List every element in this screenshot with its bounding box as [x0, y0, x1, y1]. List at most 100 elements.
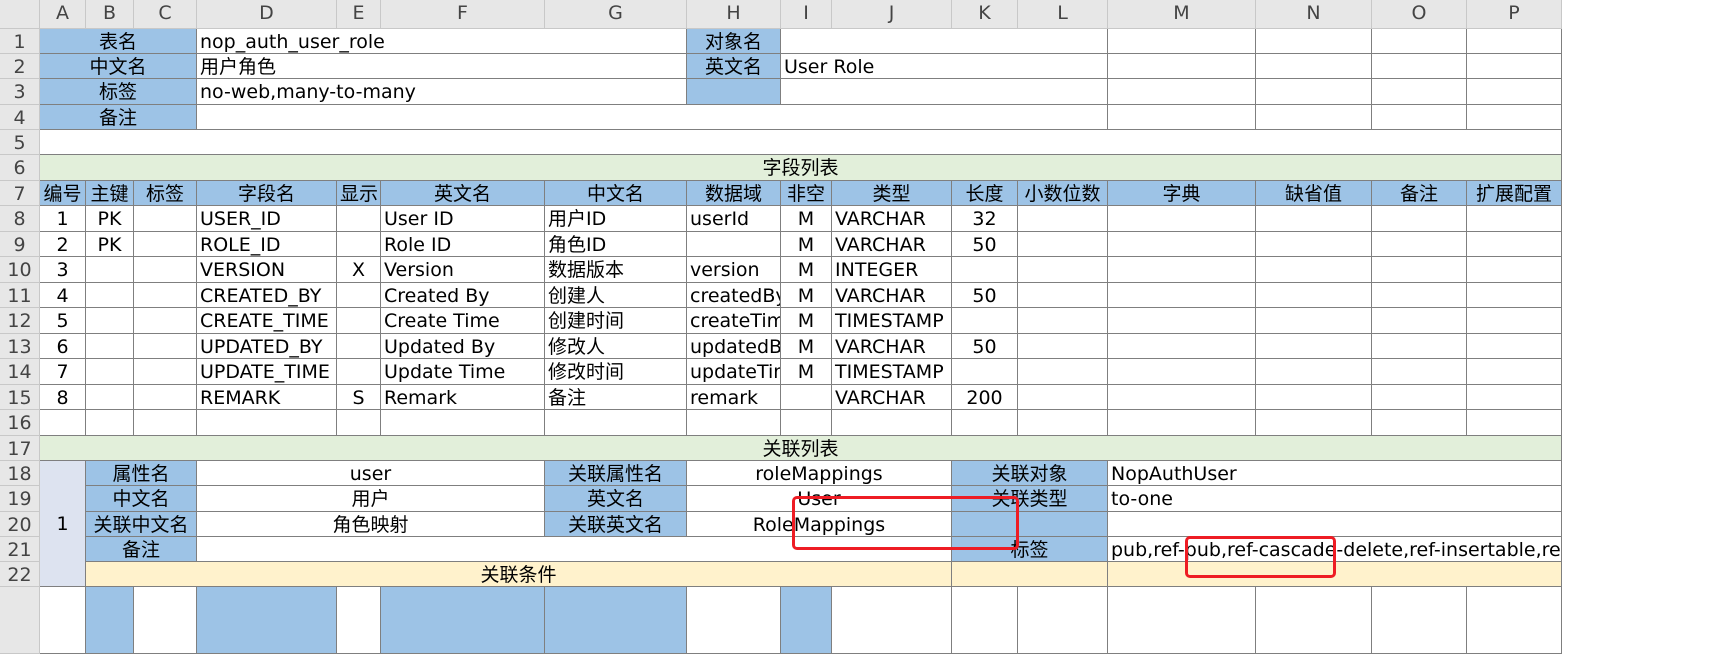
field-cell-r7-c15[interactable]	[1372, 359, 1467, 385]
meta-label-cn-name[interactable]: 中文名	[40, 54, 197, 79]
field-cell-r5-c2[interactable]	[86, 308, 134, 334]
field-cell-r6-c1[interactable]: 6	[40, 334, 86, 359]
meta-label-tags[interactable]: 标签	[40, 79, 197, 105]
field-cell-r3-c10[interactable]: INTEGER	[832, 257, 952, 283]
field-cell-r6-c16[interactable]	[1467, 334, 1562, 359]
rel-label-ref-cn[interactable]: 关联中文名	[86, 512, 197, 537]
column-header-I[interactable]: I	[781, 0, 832, 29]
field-cell-r4-c14[interactable]	[1256, 283, 1372, 308]
rel-label-cn-name[interactable]: 中文名	[86, 486, 197, 512]
empty-cell[interactable]	[1372, 29, 1467, 54]
column-header-D[interactable]: D	[197, 0, 337, 29]
field-cell-r7-c2[interactable]	[86, 359, 134, 385]
column-header-G[interactable]: G	[545, 0, 687, 29]
field-cell-r8-c9[interactable]	[781, 385, 832, 410]
field-cell-r3-c9[interactable]: M	[781, 257, 832, 283]
field-cell-r6-c6[interactable]: Updated By	[381, 334, 545, 359]
field-header-col-2[interactable]: 主键	[86, 181, 134, 206]
field-cell-r2-c12[interactable]	[1018, 232, 1108, 257]
field-cell-r5-c1[interactable]: 5	[40, 308, 86, 334]
field-cell-r1-c15[interactable]	[1372, 206, 1467, 232]
row-header-20[interactable]: 20	[0, 512, 40, 537]
field-cell-r2-c5[interactable]	[337, 232, 381, 257]
rel-value-prop-name[interactable]: user	[197, 461, 545, 486]
field-cell-r5-c15[interactable]	[1372, 308, 1467, 334]
field-cell-r8-c11[interactable]: 200	[952, 385, 1018, 410]
field-header-col-7[interactable]: 中文名	[545, 181, 687, 206]
empty-cell[interactable]	[86, 410, 134, 436]
row-header-15[interactable]: 15	[0, 385, 40, 410]
column-header-K[interactable]: K	[952, 0, 1018, 29]
row-header-21[interactable]: 21	[0, 537, 40, 562]
field-cell-r1-c14[interactable]	[1256, 206, 1372, 232]
field-header-col-11[interactable]: 长度	[952, 181, 1018, 206]
row-header-5[interactable]: 5	[0, 130, 40, 155]
field-header-col-8[interactable]: 数据域	[687, 181, 781, 206]
field-header-col-4[interactable]: 字段名	[197, 181, 337, 206]
field-cell-r2-c11[interactable]: 50	[952, 232, 1018, 257]
field-cell-r7-c11[interactable]	[952, 359, 1018, 385]
rel-label-ref-prop[interactable]: 关联属性名	[545, 461, 687, 486]
field-cell-r8-c14[interactable]	[1256, 385, 1372, 410]
field-header-col-15[interactable]: 备注	[1372, 181, 1467, 206]
field-cell-r7-c5[interactable]	[337, 359, 381, 385]
meta-value-tags[interactable]: no-web,many-to-many	[197, 79, 687, 105]
field-cell-r3-c7[interactable]: 数据版本	[545, 257, 687, 283]
field-cell-r1-c3[interactable]	[134, 206, 197, 232]
empty-cell[interactable]	[545, 410, 687, 436]
empty-cell[interactable]	[134, 410, 197, 436]
field-cell-r7-c6[interactable]: Update Time	[381, 359, 545, 385]
field-cell-r8-c4[interactable]: REMARK	[197, 385, 337, 410]
column-header-C[interactable]: C	[134, 0, 197, 29]
row-header-16[interactable]: 16	[0, 410, 40, 436]
column-header-M[interactable]: M	[1108, 0, 1256, 29]
row-header-17[interactable]: 17	[0, 436, 40, 461]
field-cell-r7-c13[interactable]	[1108, 359, 1256, 385]
field-cell-r2-c1[interactable]: 2	[40, 232, 86, 257]
field-cell-r6-c10[interactable]: VARCHAR	[832, 334, 952, 359]
meta-empty-blue[interactable]	[687, 79, 781, 105]
field-cell-r6-c3[interactable]	[134, 334, 197, 359]
field-cell-r1-c11[interactable]: 32	[952, 206, 1018, 232]
field-cell-r2-c6[interactable]: Role ID	[381, 232, 545, 257]
field-cell-r7-c8[interactable]: updateTime	[687, 359, 781, 385]
rel-conditions-title[interactable]: 关联条件	[86, 562, 952, 587]
empty-cell[interactable]	[1467, 410, 1562, 436]
rel-label-en-name[interactable]: 英文名	[545, 486, 687, 512]
field-cell-r3-c12[interactable]	[1018, 257, 1108, 283]
row-header-9[interactable]: 9	[0, 232, 40, 257]
rel-label-ref-object[interactable]: 关联对象	[952, 461, 1108, 486]
field-cell-r2-c7[interactable]: 角色ID	[545, 232, 687, 257]
field-cell-r1-c4[interactable]: USER_ID	[197, 206, 337, 232]
empty-cell[interactable]	[1372, 410, 1467, 436]
field-cell-r3-c6[interactable]: Version	[381, 257, 545, 283]
row-header-18[interactable]: 18	[0, 461, 40, 486]
row-header-13[interactable]: 13	[0, 334, 40, 359]
field-cell-r5-c6[interactable]: Create Time	[381, 308, 545, 334]
field-cell-r8-c6[interactable]: Remark	[381, 385, 545, 410]
field-cell-r8-c13[interactable]	[1108, 385, 1256, 410]
field-cell-r1-c13[interactable]	[1108, 206, 1256, 232]
empty-cell[interactable]	[832, 410, 952, 436]
empty-cell[interactable]	[1108, 29, 1256, 54]
field-cell-r5-c11[interactable]	[952, 308, 1018, 334]
empty-cell[interactable]	[1108, 105, 1256, 130]
field-cell-r8-c1[interactable]: 8	[40, 385, 86, 410]
empty-cell[interactable]	[1018, 410, 1108, 436]
field-cell-r5-c12[interactable]	[1018, 308, 1108, 334]
row-header-22[interactable]: 22	[0, 562, 40, 587]
row-header-19[interactable]: 19	[0, 486, 40, 512]
field-cell-r4-c12[interactable]	[1018, 283, 1108, 308]
meta-label-object-name[interactable]: 对象名	[687, 29, 781, 54]
select-all-corner[interactable]	[0, 0, 40, 29]
field-cell-r4-c11[interactable]: 50	[952, 283, 1018, 308]
empty-cell[interactable]	[197, 410, 337, 436]
meta-value-cn-name[interactable]: 用户角色	[197, 54, 687, 79]
rel-value-ref-object[interactable]: NopAuthUser	[1108, 461, 1562, 486]
field-cell-r1-c6[interactable]: User ID	[381, 206, 545, 232]
row-header-10[interactable]: 10	[0, 257, 40, 283]
empty-cell[interactable]	[1467, 105, 1562, 130]
field-cell-r4-c1[interactable]: 4	[40, 283, 86, 308]
empty-cell[interactable]	[1467, 54, 1562, 79]
rel-value-cn-name[interactable]: 用户	[197, 486, 545, 512]
